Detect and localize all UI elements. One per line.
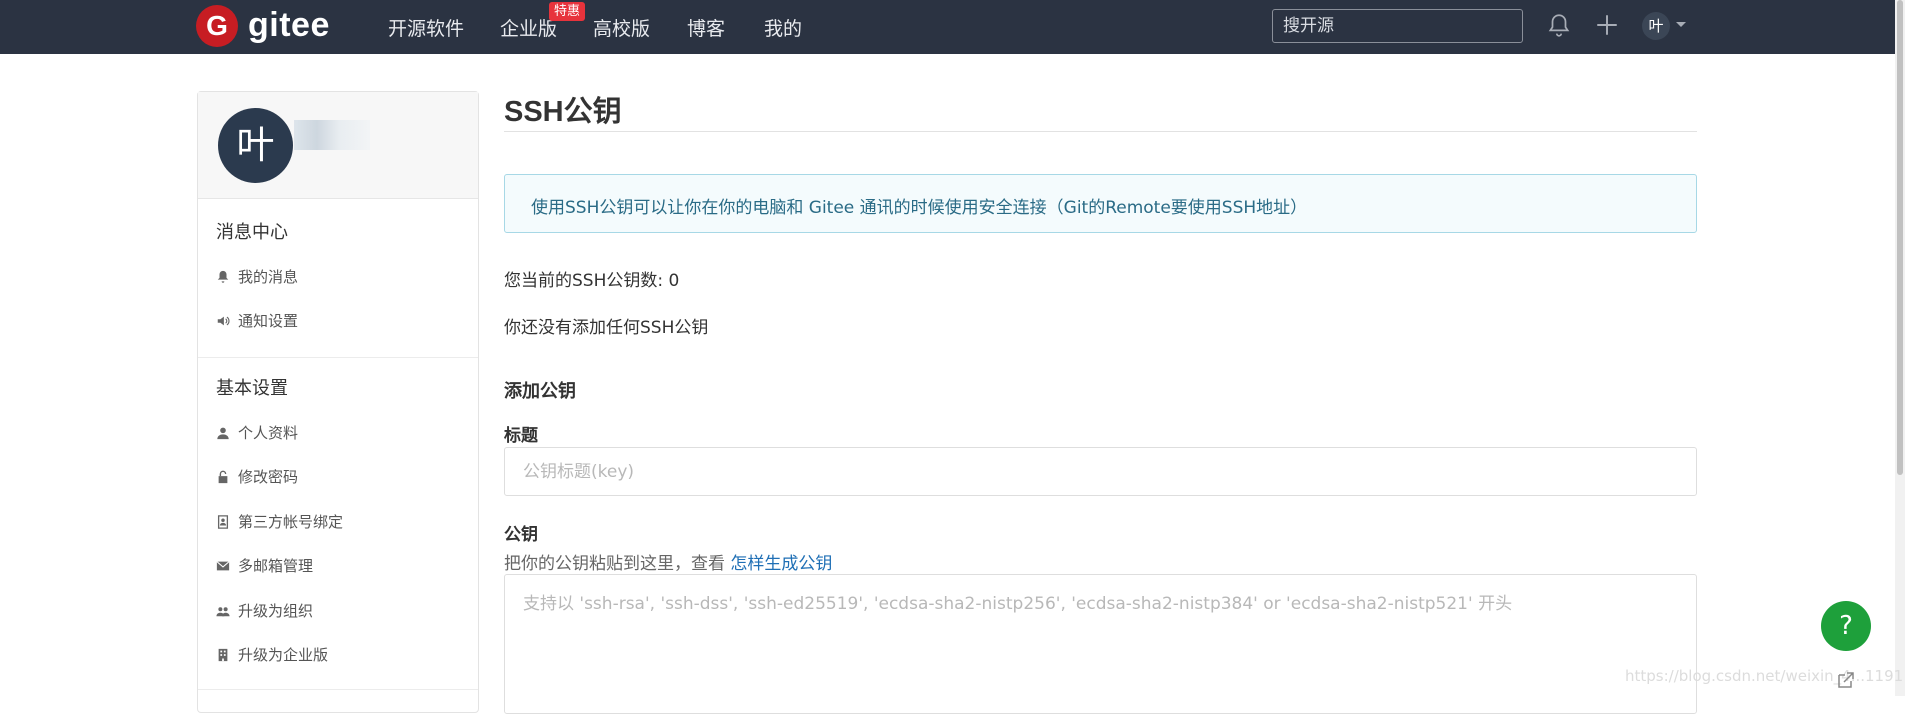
settings-sidebar: 叶 消息中心 我的消息 通知设置 基本设置 个人资料 修改密码 第三方帐号绑定 … — [197, 91, 479, 713]
profile-card: 叶 — [198, 92, 478, 199]
page-title: SSH公钥 — [504, 96, 622, 128]
empty-state-text: 你还没有添加任何SSH公钥 — [504, 318, 709, 338]
promo-badge: 特惠 — [549, 2, 586, 21]
public-key-textarea[interactable] — [504, 574, 1697, 714]
sidebar-item-profile[interactable]: 个人资料 — [216, 422, 298, 443]
sidebar-item-upgrade-enterprise[interactable]: 升级为企业版 — [216, 644, 328, 665]
title-label: 标题 — [504, 426, 538, 446]
nav-blog[interactable]: 博客 — [687, 14, 725, 41]
scrollbar-thumb[interactable] — [1897, 0, 1903, 475]
top-navbar: G gitee 开源软件 企业版 特惠 高校版 博客 我的 叶 — [0, 0, 1895, 54]
sidebar-item-third-party-binding[interactable]: 第三方帐号绑定 — [216, 511, 343, 532]
gitee-logo-text[interactable]: gitee — [248, 6, 330, 45]
page-scrollbar[interactable] — [1895, 0, 1905, 696]
chevron-down-icon[interactable] — [1676, 22, 1686, 27]
sidebar-item-notification-settings[interactable]: 通知设置 — [216, 310, 298, 331]
info-alert: 使用SSH公钥可以让你在你的电脑和 Gitee 通讯的时候使用安全连接（Git的… — [504, 174, 1697, 233]
info-alert-text: 使用SSH公钥可以让你在你的电脑和 Gitee 通讯的时候使用安全连接（Git的… — [531, 198, 1308, 218]
section-message-center: 消息中心 — [216, 222, 288, 243]
public-key-hint: 把你的公钥粘贴到这里，查看 怎样生成公钥 — [504, 554, 833, 574]
watermark-text: https://blog.csdn.net/weixin_4...1191 — [1625, 667, 1904, 685]
nav-education[interactable]: 高校版 — [593, 14, 650, 41]
nav-opensource[interactable]: 开源软件 — [388, 14, 464, 41]
plus-icon[interactable] — [1594, 12, 1620, 38]
bell-icon[interactable] — [1546, 12, 1572, 38]
sidebar-divider — [198, 689, 478, 690]
public-key-label: 公钥 — [504, 525, 538, 545]
external-link-icon[interactable] — [1836, 670, 1856, 690]
nav-mine[interactable]: 我的 — [764, 14, 802, 41]
group-icon — [216, 607, 230, 617]
add-key-heading: 添加公钥 — [504, 381, 576, 402]
speaker-icon — [217, 316, 230, 326]
sidebar-item-upgrade-organization[interactable]: 升级为组织 — [216, 600, 313, 621]
lock-icon — [218, 470, 228, 484]
blurred-username — [294, 120, 370, 150]
user-avatar[interactable]: 叶 — [1642, 12, 1670, 40]
title-divider — [504, 131, 1697, 132]
ssh-key-count: 您当前的SSH公钥数: 0 — [504, 271, 680, 291]
sidebar-item-change-password[interactable]: 修改密码 — [216, 466, 298, 487]
envelope-icon — [216, 561, 230, 571]
sidebar-item-email-management[interactable]: 多邮箱管理 — [216, 555, 313, 576]
key-title-input[interactable] — [504, 447, 1697, 496]
user-icon — [217, 427, 229, 440]
section-basic-settings: 基本设置 — [216, 378, 288, 399]
profile-avatar[interactable]: 叶 — [218, 108, 293, 183]
help-button[interactable]: ? — [1821, 601, 1871, 651]
building-icon — [218, 648, 228, 662]
search-input[interactable] — [1272, 9, 1523, 43]
sidebar-item-my-messages[interactable]: 我的消息 — [216, 266, 298, 287]
how-to-generate-key-link[interactable]: 怎样生成公钥 — [730, 554, 832, 574]
sidebar-divider — [198, 357, 478, 358]
bell-icon — [217, 270, 229, 283]
gitee-logo-mark[interactable]: G — [196, 5, 238, 47]
contact-icon — [217, 515, 229, 529]
